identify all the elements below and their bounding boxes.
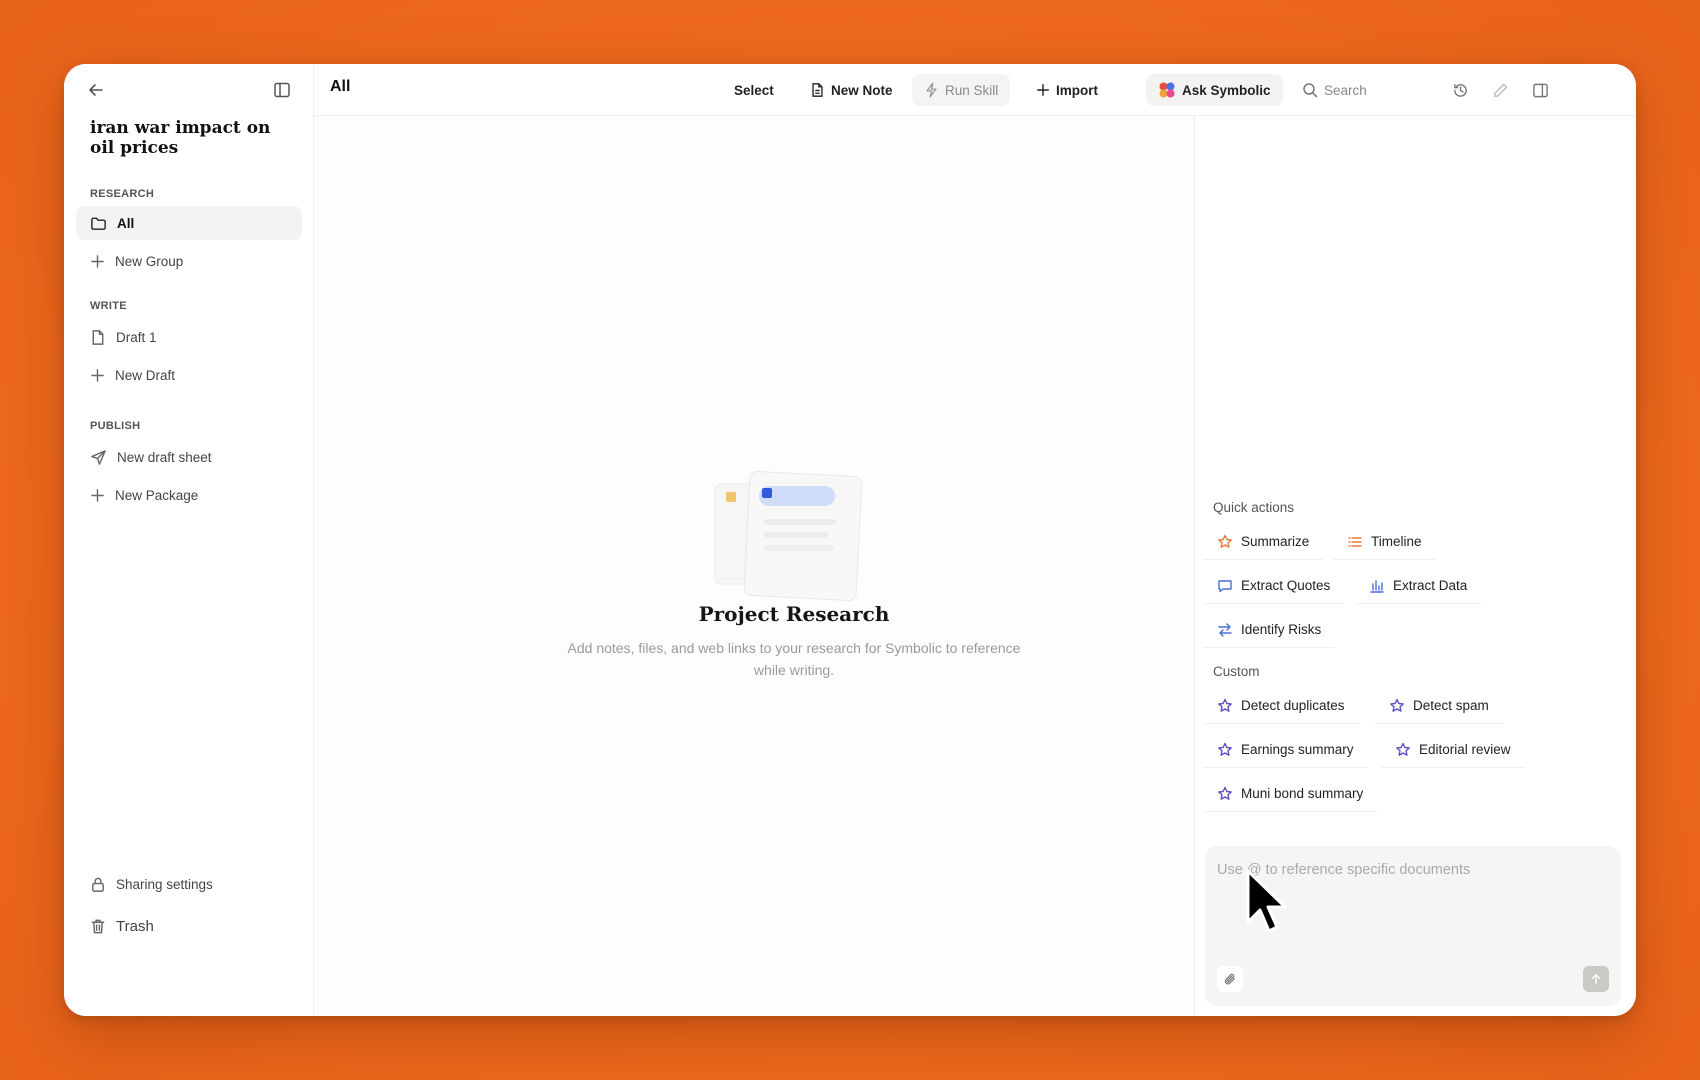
history-icon[interactable] xyxy=(1446,76,1474,104)
custom-action-earnings-summary[interactable]: Earnings summary xyxy=(1203,732,1368,768)
sidebar: iran war impact on oil prices RESEARCH A… xyxy=(64,64,314,1016)
ask-symbolic-button[interactable]: Ask Symbolic xyxy=(1146,74,1283,106)
sidebar-item-label: Draft 1 xyxy=(116,329,157,345)
sidebar-item-label: New Draft xyxy=(115,367,176,383)
sidebar-toggle-icon[interactable] xyxy=(268,76,296,104)
select-label: Select xyxy=(734,82,774,98)
import-label: Import xyxy=(1056,82,1098,98)
project-title: iran war impact on oil prices xyxy=(90,118,271,158)
quick-action-extract-quotes[interactable]: Extract Quotes xyxy=(1203,568,1345,604)
chip-label: Detect duplicates xyxy=(1241,698,1345,713)
chip-label: Extract Quotes xyxy=(1241,578,1331,593)
sidebar-item-all[interactable]: All xyxy=(76,206,302,240)
empty-state-description: Add notes, files, and web links to your … xyxy=(567,640,1021,678)
chip-label: Identify Risks xyxy=(1241,622,1322,637)
select-button[interactable]: Select xyxy=(722,74,786,106)
quick-actions-label: Quick actions xyxy=(1213,500,1295,515)
ask-panel: Quick actions Summarize Timeline Extract… xyxy=(1194,116,1636,1016)
back-arrow-icon[interactable] xyxy=(82,76,110,104)
chip-label: Summarize xyxy=(1241,534,1310,549)
sidebar-item-label: All xyxy=(117,215,135,231)
search-label: Search xyxy=(1324,82,1367,98)
quick-action-timeline[interactable]: Timeline xyxy=(1333,524,1436,560)
lightning-icon xyxy=(926,82,937,98)
composer-input[interactable] xyxy=(1217,858,1607,882)
trash-button[interactable]: Trash xyxy=(76,909,302,943)
quick-action-extract-data[interactable]: Extract Data xyxy=(1355,568,1482,604)
arrow-up-icon xyxy=(1591,974,1601,984)
section-label-research: RESEARCH xyxy=(90,188,155,200)
note-icon xyxy=(812,83,823,97)
custom-action-editorial-review[interactable]: Editorial review xyxy=(1381,732,1525,768)
custom-action-detect-spam[interactable]: Detect spam xyxy=(1375,688,1503,724)
search-button[interactable]: Search xyxy=(1290,74,1379,106)
star-icon xyxy=(1218,698,1232,712)
import-button[interactable]: Import xyxy=(1024,74,1110,106)
sidebar-item-label: New draft sheet xyxy=(117,449,212,465)
message-composer xyxy=(1205,846,1621,1006)
trash-icon xyxy=(91,919,105,933)
custom-action-detect-duplicates[interactable]: Detect duplicates xyxy=(1203,688,1359,724)
star-icon xyxy=(1390,698,1404,712)
paperclip-icon xyxy=(1224,973,1235,985)
list-icon xyxy=(1348,536,1362,547)
plus-icon xyxy=(91,368,104,382)
quick-action-identify-risks[interactable]: Identify Risks xyxy=(1203,612,1336,648)
edit-pencil-icon[interactable] xyxy=(1486,76,1514,104)
sidebar-item-label: Trash xyxy=(116,917,154,935)
plus-icon xyxy=(91,254,104,268)
new-note-button[interactable]: New Note xyxy=(798,74,905,106)
search-icon xyxy=(1303,83,1318,98)
comment-icon xyxy=(1218,579,1232,592)
top-toolbar: All Select New Note Run Skill Import Ask… xyxy=(314,64,1636,116)
send-plane-icon xyxy=(91,449,106,465)
star-icon xyxy=(1218,786,1232,800)
chip-label: Extract Data xyxy=(1393,578,1468,593)
chip-label: Earnings summary xyxy=(1241,742,1354,757)
custom-action-muni-bond-summary[interactable]: Muni bond summary xyxy=(1203,776,1378,812)
custom-label: Custom xyxy=(1213,664,1260,679)
new-note-label: New Note xyxy=(831,82,893,98)
empty-state-title: Project Research xyxy=(698,602,890,626)
page-title: All xyxy=(330,78,351,95)
star-icon xyxy=(1396,742,1410,756)
chip-label: Timeline xyxy=(1371,534,1422,549)
chip-label: Detect spam xyxy=(1413,698,1489,713)
attach-button[interactable] xyxy=(1217,966,1243,992)
send-button[interactable] xyxy=(1583,966,1609,992)
sidebar-item-label: New Group xyxy=(115,253,184,269)
section-label-publish: PUBLISH xyxy=(90,420,141,432)
sidebar-item-new-package[interactable]: New Package xyxy=(76,478,302,512)
ask-symbolic-label: Ask Symbolic xyxy=(1182,82,1271,98)
sidebar-item-new-group[interactable]: New Group xyxy=(76,244,302,278)
swap-arrows-icon xyxy=(1218,622,1232,637)
plus-icon xyxy=(1037,84,1049,96)
section-label-write: WRITE xyxy=(90,300,127,312)
star-icon xyxy=(1218,742,1232,756)
sidebar-item-label: Sharing settings xyxy=(116,876,213,892)
right-panel-toggle-icon[interactable] xyxy=(1526,76,1554,104)
sidebar-item-draft-1[interactable]: Draft 1 xyxy=(76,320,302,354)
bar-chart-icon xyxy=(1370,579,1384,593)
run-skill-label: Run Skill xyxy=(945,82,999,98)
chip-label: Muni bond summary xyxy=(1241,786,1364,801)
chip-label: Editorial review xyxy=(1419,742,1511,757)
quick-action-summarize[interactable]: Summarize xyxy=(1203,524,1324,560)
sidebar-item-new-draft[interactable]: New Draft xyxy=(76,358,302,392)
sharing-settings-button[interactable]: Sharing settings xyxy=(76,867,302,901)
run-skill-button[interactable]: Run Skill xyxy=(912,74,1011,106)
plus-icon xyxy=(91,488,104,502)
sidebar-item-label: New Package xyxy=(115,487,199,503)
star-icon xyxy=(1218,534,1232,548)
document-icon xyxy=(92,329,104,345)
symbolic-logo-icon xyxy=(1159,82,1175,98)
app-window: iran war impact on oil prices RESEARCH A… xyxy=(64,64,1636,1016)
lock-icon xyxy=(92,877,104,892)
folder-icon xyxy=(91,217,106,230)
empty-research-illustration xyxy=(714,471,863,601)
sidebar-item-new-draft-sheet[interactable]: New draft sheet xyxy=(76,440,302,474)
